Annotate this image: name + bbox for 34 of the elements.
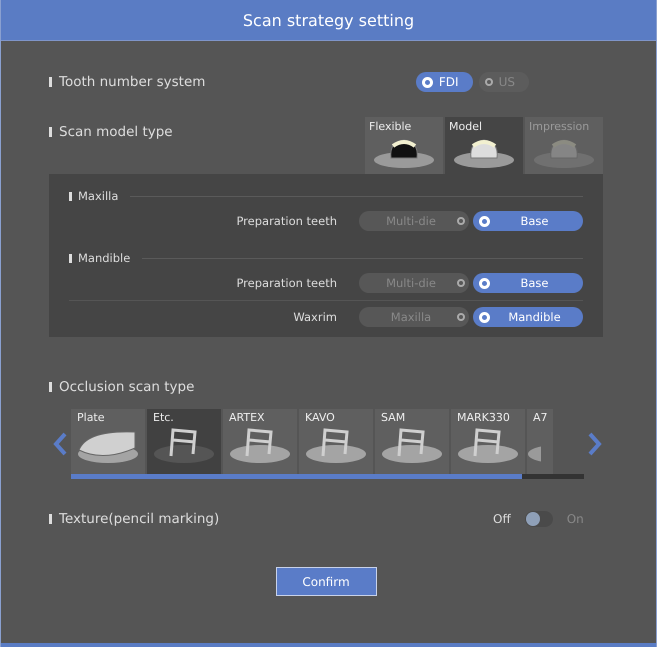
confirm-button[interactable]: Confirm xyxy=(276,567,376,596)
radio-option[interactable]: FDI xyxy=(416,72,473,92)
articulator-drawing xyxy=(229,428,291,464)
articulator-card[interactable]: MARK330 xyxy=(451,409,525,474)
radio-option[interactable]: Base xyxy=(473,273,583,293)
articulator-drawing xyxy=(527,444,541,464)
articulator-card[interactable]: A7 xyxy=(527,409,553,474)
model-type-tab[interactable]: Model xyxy=(445,117,523,174)
articulator-card[interactable]: Etc. xyxy=(147,409,221,474)
articulator-drawing xyxy=(153,428,215,464)
articulator-card[interactable]: KAVO xyxy=(299,409,373,474)
option-label: Preparation teeth xyxy=(236,276,337,290)
section-label: Occlusion scan type xyxy=(49,379,194,395)
articulator-drawing xyxy=(305,428,367,464)
section-label: Texture(pencil marking) xyxy=(49,511,220,527)
articulator-card[interactable]: SAM xyxy=(375,409,449,474)
section-label: Scan model type xyxy=(49,124,173,140)
chevron-left-icon[interactable] xyxy=(53,432,67,456)
radio-option[interactable]: Mandible xyxy=(473,307,583,327)
group-title: Mandible xyxy=(69,251,130,265)
chevron-right-icon[interactable] xyxy=(588,432,602,456)
option-label: Preparation teeth xyxy=(236,214,337,228)
section-label: Tooth number system xyxy=(49,74,206,90)
option-label: Waxrim xyxy=(293,310,337,324)
radio-option[interactable]: Base xyxy=(473,211,583,231)
group-title: Maxilla xyxy=(69,189,118,203)
model-type-tab[interactable]: Flexible xyxy=(365,117,443,174)
texture-toggle[interactable] xyxy=(524,511,553,527)
toggle-off-label: Off xyxy=(493,512,511,526)
articulator-card[interactable]: ARTEX xyxy=(223,409,297,474)
articulator-card[interactable]: Plate xyxy=(71,409,145,474)
window-title: Scan strategy setting xyxy=(242,10,414,30)
articulator-drawing xyxy=(457,428,519,464)
articulator-drawing xyxy=(381,428,443,464)
